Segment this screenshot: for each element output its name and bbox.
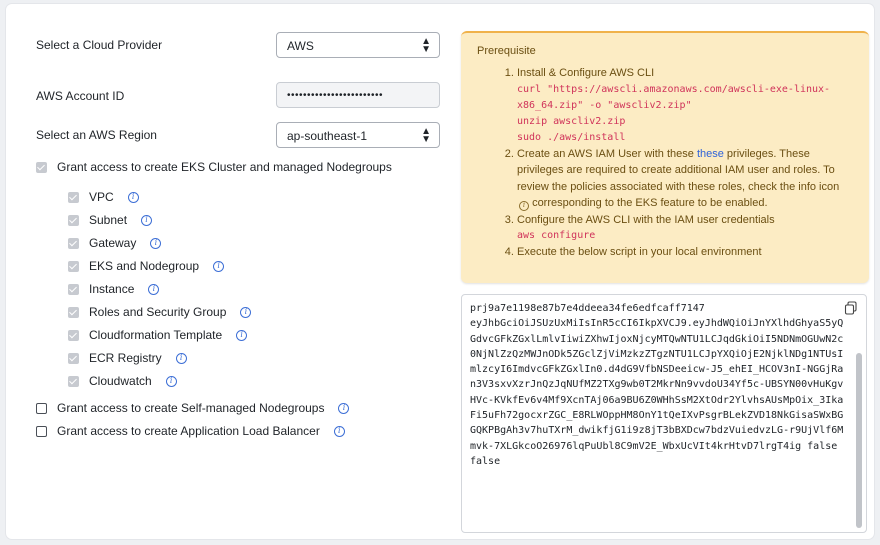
eks-sub-item[interactable]: EKS and Nodegroup i [68, 259, 225, 273]
step2-tail: corresponding to the EKS feature to be e… [532, 197, 768, 209]
alb-checkbox[interactable] [36, 425, 47, 437]
region-select[interactable]: ap-southeast-1 ▲ ▼ [276, 122, 440, 148]
info-icon[interactable]: i [236, 329, 248, 341]
gateway-checkbox[interactable] [68, 237, 79, 249]
instance-checkbox[interactable] [68, 283, 79, 295]
ecr-label: ECR Registry [89, 351, 162, 365]
script-scrollbar[interactable] [856, 353, 862, 528]
eks-checkbox-label: Grant access to create EKS Cluster and m… [57, 160, 392, 174]
copy-icon[interactable] [844, 301, 858, 315]
info-icon[interactable]: i [150, 237, 162, 249]
account-id-field[interactable]: •••••••••••••••••••••••• [276, 82, 440, 108]
self-managed-row[interactable]: Grant access to create Self-managed Node… [36, 401, 350, 415]
step1-text: Install & Configure AWS CLI [517, 67, 655, 79]
prerequisite-steps: Install & Configure AWS CLI curl "https:… [517, 65, 853, 261]
step-configure-cli: Configure the AWS CLI with the IAM user … [517, 212, 853, 245]
eks-sub-item[interactable]: Subnet i [68, 213, 153, 227]
prerequisite-title: Prerequisite [477, 45, 536, 57]
eks-sub-item[interactable]: Cloudwatch i [68, 374, 177, 388]
info-icon[interactable]: i [175, 352, 187, 364]
eks-sub-item[interactable]: VPC i [68, 190, 139, 204]
provider-select-value: AWS [287, 39, 314, 53]
instance-label: Instance [89, 282, 135, 296]
code-line: x86_64.zip" -o "awscliv2.zip" [517, 99, 692, 111]
code-line: aws configure [517, 230, 596, 241]
provider-select[interactable]: AWS ▲ ▼ [276, 32, 440, 58]
step-create-iam: Create an AWS IAM User with these these … [517, 146, 853, 212]
info-icon[interactable]: i [165, 375, 177, 387]
step-install-cli: Install & Configure AWS CLI curl "https:… [517, 65, 853, 146]
self-managed-label: Grant access to create Self-managed Node… [57, 401, 325, 415]
select-caret-icon: ▲ ▼ [421, 126, 431, 145]
eks-checkbox-row[interactable]: Grant access to create EKS Cluster and m… [36, 160, 392, 174]
cloudformation-label: Cloudformation Template [89, 328, 223, 342]
privileges-link[interactable]: these [697, 148, 724, 160]
info-icon[interactable]: i [148, 283, 160, 295]
vpc-checkbox[interactable] [68, 191, 79, 203]
eks-nodegroup-checkbox[interactable] [68, 260, 79, 272]
roles-label: Roles and Security Group [89, 305, 227, 319]
eks-sub-item[interactable]: ECR Registry i [68, 351, 187, 365]
eks-sub-item[interactable]: Roles and Security Group i [68, 305, 252, 319]
self-managed-checkbox[interactable] [36, 402, 47, 414]
code-line: sudo ./aws/install [517, 131, 626, 143]
info-icon[interactable]: i [240, 306, 252, 318]
alb-label: Grant access to create Application Load … [57, 424, 320, 438]
eks-sub-item[interactable]: Instance i [68, 282, 160, 296]
code-line: unzip awscliv2.zip [517, 115, 626, 127]
roles-checkbox[interactable] [68, 306, 79, 318]
eks-nodegroup-label: EKS and Nodegroup [89, 259, 200, 273]
info-icon[interactable]: i [213, 260, 225, 272]
script-box[interactable]: prj9a7e1198e87b7e4ddeea34fe6edfcaff7147 … [461, 294, 867, 533]
step4-text: Execute the below script in your local e… [517, 246, 762, 258]
gateway-label: Gateway [89, 236, 137, 250]
settings-card: Select a Cloud Provider AWS ▲ ▼ AWS Accou… [6, 4, 874, 539]
prerequisite-panel: Prerequisite Install & Configure AWS CLI… [461, 31, 869, 283]
vpc-label: VPC [89, 190, 114, 204]
provider-label: Select a Cloud Provider [36, 38, 163, 52]
ecr-checkbox[interactable] [68, 352, 79, 364]
info-icon[interactable]: i [141, 214, 153, 226]
info-icon[interactable]: i [338, 402, 350, 414]
cloudwatch-label: Cloudwatch [89, 374, 152, 388]
eks-sub-item[interactable]: Gateway i [68, 236, 162, 250]
step-execute-script: Execute the below script in your local e… [517, 244, 853, 261]
region-label: Select an AWS Region [36, 128, 157, 142]
cloudwatch-checkbox[interactable] [68, 375, 79, 387]
subnet-label: Subnet [89, 213, 128, 227]
info-icon: i [519, 200, 529, 211]
code-line: curl "https://awscli.amazonaws.com/awscl… [517, 83, 831, 95]
select-caret-icon: ▲ ▼ [421, 36, 431, 55]
info-icon[interactable]: i [333, 425, 345, 437]
alb-row[interactable]: Grant access to create Application Load … [36, 424, 345, 438]
subnet-checkbox[interactable] [68, 214, 79, 226]
script-text[interactable]: prj9a7e1198e87b7e4ddeea34fe6edfcaff7147 … [470, 301, 844, 469]
account-label: AWS Account ID [36, 89, 125, 103]
step3-text: Configure the AWS CLI with the IAM user … [517, 213, 775, 226]
info-icon[interactable]: i [127, 191, 139, 203]
region-select-value: ap-southeast-1 [287, 129, 368, 143]
cloudformation-checkbox[interactable] [68, 329, 79, 341]
eks-checkbox[interactable] [36, 161, 47, 173]
eks-sub-item[interactable]: Cloudformation Template i [68, 328, 248, 342]
